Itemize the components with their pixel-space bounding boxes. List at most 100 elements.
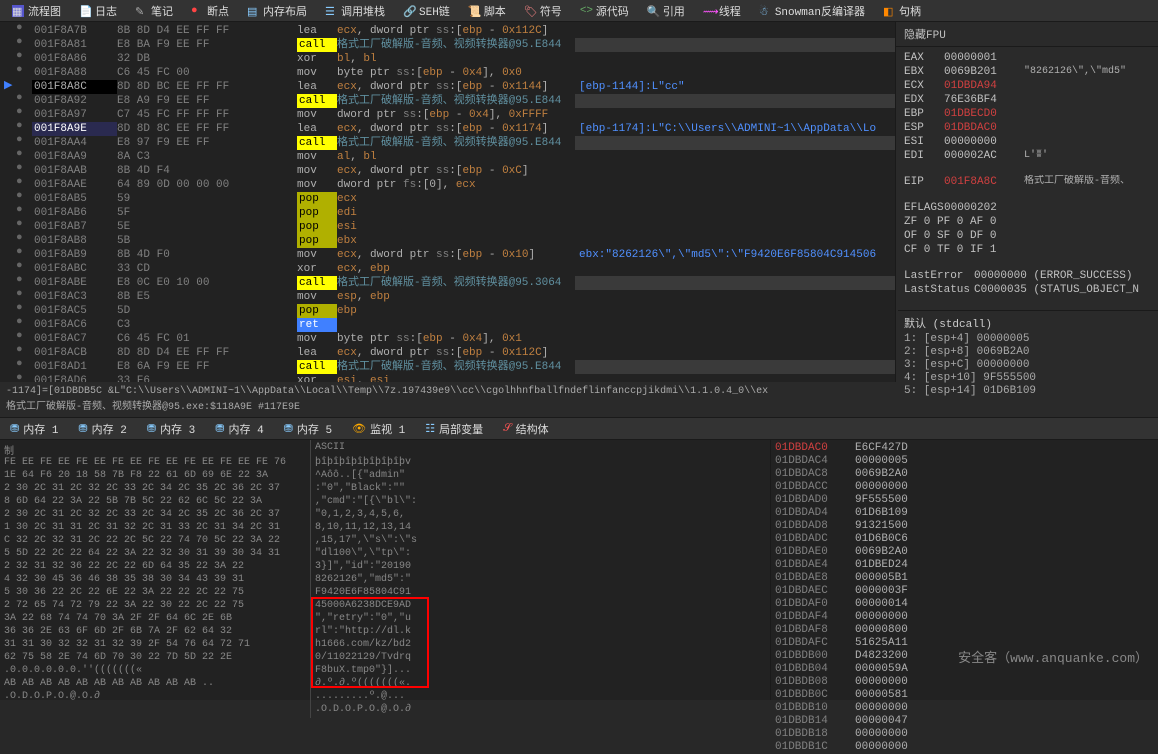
tab-dump5[interactable]: ⛃内存 5 xyxy=(274,419,342,439)
disasm-op[interactable]: popesi xyxy=(297,220,575,234)
dump-panel[interactable]: 制 FE EE FE EE FE EE FE EE FE EE FE EE FE… xyxy=(0,440,770,700)
tb-log[interactable]: 📄日志 xyxy=(71,1,125,21)
disasm-addr[interactable]: 001F8A7B xyxy=(32,24,117,38)
disasm-op[interactable]: movdword ptr ss:[ebp - 0x4], 0xFFFF xyxy=(297,108,575,122)
disasm-addr[interactable]: 001F8AC6 xyxy=(32,318,117,332)
ascii-row[interactable]: 3}]","id":"20190 xyxy=(315,560,426,573)
stack-row[interactable]: 01DBDAF400000000 xyxy=(775,611,1154,624)
disasm-addr[interactable]: 001F8AAB xyxy=(32,164,117,178)
tb-callstack[interactable]: ☰调用堆栈 xyxy=(317,1,393,21)
hex-row[interactable]: C 32 2C 32 31 2C 22 2C 5C 22 74 70 5C 22… xyxy=(4,534,306,547)
stack-row[interactable]: 01DBDAE401DBED24 xyxy=(775,559,1154,572)
disasm-op[interactable]: leaecx, dword ptr ss:[ebp - 0x112C] xyxy=(297,24,575,38)
disassembly-panel[interactable]: ●●●●▶●●●●●●●●●●●●●●●●●●●●●●● 001F8A7B001… xyxy=(0,22,575,382)
ascii-row[interactable]: "dl100\",\"tp\": xyxy=(315,547,426,560)
hex-row[interactable]: AB AB AB AB AB AB AB AB AB AB AB .. xyxy=(4,677,306,690)
reg-row[interactable]: ECX01DBDA94 xyxy=(904,79,1150,93)
hex-row[interactable]: .O.D.O.P.O.@.O.∂ xyxy=(4,690,306,703)
disasm-op[interactable]: movecx, dword ptr ss:[ebp - 0x10] xyxy=(297,248,575,262)
stack-row[interactable]: 01DBDAEC0000003F xyxy=(775,585,1154,598)
disasm-addr[interactable]: 001F8A9E xyxy=(32,122,117,136)
tab-locals[interactable]: ☷局部变量 xyxy=(415,419,493,439)
disasm-addr[interactable]: 001F8AC7 xyxy=(32,332,117,346)
disasm-addr[interactable]: 001F8A92 xyxy=(32,94,117,108)
hex-row[interactable]: 8 6D 64 22 3A 22 5B 7B 5C 22 62 6C 5C 22… xyxy=(4,495,306,508)
args-panel[interactable]: 默认 (stdcall) 1: [esp+4] 000000052: [esp+… xyxy=(898,310,1158,400)
ascii-row[interactable]: ^Aôô..[{"admin" xyxy=(315,469,426,482)
stack-row[interactable]: 01DBDAF000000014 xyxy=(775,598,1154,611)
tab-struct[interactable]: 𝒮结构体 xyxy=(493,419,559,439)
disasm-addr[interactable]: 001F8ABE xyxy=(32,276,117,290)
hex-row[interactable]: 3A 22 68 74 74 70 3A 2F 2F 64 6C 2E 6B xyxy=(4,612,306,625)
disasm-addr[interactable]: 001F8AC3 xyxy=(32,290,117,304)
tb-memlayout[interactable]: ▤内存布局 xyxy=(239,1,315,21)
disasm-op[interactable]: call格式工厂破解版-音频、视频转换器@95.3064 xyxy=(297,276,575,290)
tb-snowman[interactable]: ☃Snowman反编译器 xyxy=(751,1,873,21)
disasm-op[interactable]: popebp xyxy=(297,304,575,318)
disasm-addr[interactable]: 001F8AAE xyxy=(32,178,117,192)
tb-seh[interactable]: 🔗SEH链 xyxy=(395,1,458,21)
disasm-op[interactable]: movdword ptr fs:[0], ecx xyxy=(297,178,575,192)
hex-row[interactable]: 2 30 2C 31 2C 32 2C 33 2C 34 2C 35 2C 36… xyxy=(4,508,306,521)
disasm-addr[interactable]: 001F8AC5 xyxy=(32,304,117,318)
disasm-op[interactable]: xorecx, ebp xyxy=(297,262,575,276)
disasm-op[interactable]: movbyte ptr ss:[ebp - 0x4], 0x1 xyxy=(297,332,575,346)
disasm-addr[interactable]: 001F8AD1 xyxy=(32,360,117,374)
tb-handles[interactable]: ◧句柄 xyxy=(875,1,929,21)
tb-symbols[interactable]: 🏷符号 xyxy=(516,1,570,21)
disasm-op[interactable]: popecx xyxy=(297,192,575,206)
stack-row[interactable]: 01DBDAC0E6CF427D xyxy=(775,442,1154,455)
ascii-row[interactable]: .........º.@... xyxy=(315,690,426,703)
tab-dump1[interactable]: ⛃内存 1 xyxy=(0,419,68,439)
tb-breakpoint[interactable]: ●断点 xyxy=(183,1,237,21)
disasm-addr[interactable]: 001F8A81 xyxy=(32,38,117,52)
tb-threads[interactable]: ⟿线程 xyxy=(695,1,749,21)
ascii-row[interactable]: ,"cmd":"[{\"bl\": xyxy=(315,495,426,508)
disasm-addr[interactable]: 001F8AD6 xyxy=(32,374,117,382)
hex-row[interactable]: 36 36 2E 63 6F 6D 2F 6B 7A 2F 62 64 32 xyxy=(4,625,306,638)
ascii-row[interactable]: .O.D.O.P.O.@.O.∂ xyxy=(315,703,426,716)
disasm-op[interactable]: leaecx, dword ptr ss:[ebp - 0x1144] xyxy=(297,80,575,94)
reg-row[interactable]: EAX00000001 xyxy=(904,51,1150,65)
hex-row[interactable]: FE EE FE EE FE EE FE EE FE EE FE EE FE E… xyxy=(4,456,306,469)
reg-header[interactable]: 隐藏FPU xyxy=(896,22,1158,47)
hex-row[interactable]: 2 30 2C 31 2C 32 2C 33 2C 34 2C 35 2C 36… xyxy=(4,482,306,495)
hex-row[interactable]: 4 32 30 45 36 46 38 35 38 30 34 43 39 31 xyxy=(4,573,306,586)
reg-row[interactable]: ESP01DBDAC0 xyxy=(904,121,1150,135)
stack-row[interactable]: 01DBDB0800000000 xyxy=(775,676,1154,689)
ascii-row[interactable]: "0,1,2,3,4,5,6, xyxy=(315,508,426,521)
disasm-op[interactable]: moval, bl xyxy=(297,150,575,164)
tb-source[interactable]: <>源代码 xyxy=(572,1,637,21)
disasm-addr[interactable]: 001F8A88 xyxy=(32,66,117,80)
disasm-addr[interactable]: 001F8AB8 xyxy=(32,234,117,248)
disasm-op[interactable]: call格式工厂破解版-音频、视频转换器@95.E844 xyxy=(297,38,575,52)
disasm-addr[interactable]: 001F8ABC xyxy=(32,262,117,276)
stack-row[interactable]: 01DBDAD891321500 xyxy=(775,520,1154,533)
reg-row[interactable]: EBP01DBECD0 xyxy=(904,107,1150,121)
disasm-addr[interactable]: 001F8AA9 xyxy=(32,150,117,164)
disasm-op[interactable]: popedi xyxy=(297,206,575,220)
hex-row[interactable]: 1E 64 F6 20 18 58 7B F8 22 61 6D 69 6E 2… xyxy=(4,469,306,482)
tb-note[interactable]: ✎笔记 xyxy=(127,1,181,21)
disasm-op[interactable]: call格式工厂破解版-音频、视频转换器@95.E844 xyxy=(297,94,575,108)
disasm-op[interactable]: call格式工厂破解版-音频、视频转换器@95.E844 xyxy=(297,360,575,374)
disasm-op[interactable]: leaecx, dword ptr ss:[ebp - 0x112C] xyxy=(297,346,575,360)
stack-row[interactable]: 01DBDB1400000047 xyxy=(775,715,1154,728)
hex-row[interactable]: 31 31 30 32 32 31 32 39 2F 54 76 64 72 7… xyxy=(4,638,306,651)
stack-row[interactable]: 01DBDB0C00000581 xyxy=(775,689,1154,702)
stack-row[interactable]: 01DBDAE00069B2A0 xyxy=(775,546,1154,559)
reg-row[interactable]: EDX76E36BF4 xyxy=(904,93,1150,107)
hex-row[interactable]: 2 32 31 32 36 22 2C 22 6D 64 35 22 3A 22 xyxy=(4,560,306,573)
hex-row[interactable]: 1 30 2C 31 31 2C 31 32 2C 31 33 2C 31 34… xyxy=(4,521,306,534)
disasm-op[interactable]: leaecx, dword ptr ss:[ebp - 0x1174] xyxy=(297,122,575,136)
reg-row[interactable]: ESI00000000 xyxy=(904,135,1150,149)
tab-watch1[interactable]: 👁监视 1 xyxy=(342,419,415,439)
ascii-row[interactable]: 8262126","md5":" xyxy=(315,573,426,586)
disasm-addr[interactable]: 001F8A97 xyxy=(32,108,117,122)
stack-row[interactable]: 01DBDB1000000000 xyxy=(775,702,1154,715)
disasm-op[interactable]: xorbl, bl xyxy=(297,52,575,66)
stack-row[interactable]: 01DBDAE8000005B1 xyxy=(775,572,1154,585)
disasm-addr[interactable]: 001F8A86 xyxy=(32,52,117,66)
disasm-addr[interactable]: 001F8A8C xyxy=(32,80,117,94)
disasm-op[interactable]: xoresi, esi xyxy=(297,374,575,382)
